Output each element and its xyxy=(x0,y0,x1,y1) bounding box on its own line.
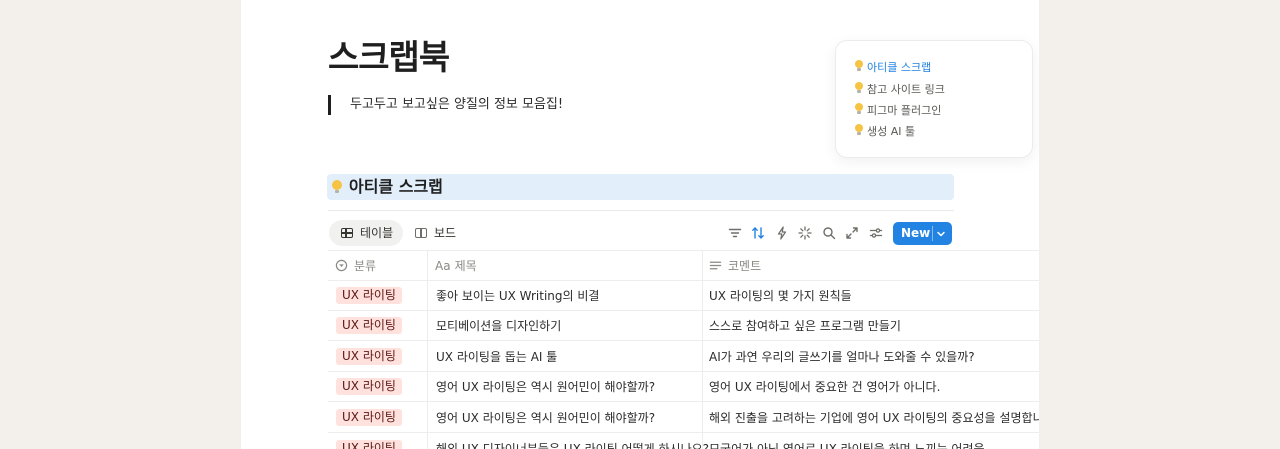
column-header-label: 제목 xyxy=(454,259,477,273)
ai-icon[interactable] xyxy=(797,225,813,241)
row-border xyxy=(328,401,1039,402)
column-header-category[interactable]: 분류 xyxy=(335,256,376,280)
category-tag[interactable]: UX 라이팅 xyxy=(336,348,402,365)
title-cell[interactable]: 영어 UX 라이팅은 역시 원어민이 해야할까? xyxy=(436,410,655,426)
row-border xyxy=(328,280,1039,281)
lightbulb-icon xyxy=(854,60,864,72)
column-header-label: 분류 xyxy=(354,259,377,273)
comment-cell[interactable]: 해외 진출을 고려하는 기업에 영어 UX 라이팅의 중요성을 설명합니다. xyxy=(709,410,1039,426)
page-title: 스크랩북 xyxy=(328,38,450,78)
title-cell[interactable]: 영어 UX 라이팅은 역시 원어민이 해야할까? xyxy=(436,379,655,395)
table-of-contents: 아티클 스크랩 참고 사이트 링크 피그마 플러그인 생성 AI 툴 xyxy=(835,40,1033,158)
lines-icon xyxy=(709,261,722,270)
comment-cell[interactable]: AI가 과연 우리의 글쓰기를 얼마나 도와줄 수 있을까? xyxy=(709,349,975,365)
column-header-title[interactable]: Aa 제목 xyxy=(435,256,477,280)
automation-icon[interactable] xyxy=(774,225,790,241)
toc-item-figma-plugins[interactable]: 피그마 플러그인 xyxy=(854,102,941,118)
notion-page: 스크랩북 두고두고 보고싶은 양질의 정보 모음집! 아티클 스크랩 참고 사이… xyxy=(241,0,1039,449)
comment-cell[interactable]: 스스로 참여하고 싶은 프로그램 만들기 xyxy=(709,318,901,334)
category-tag[interactable]: UX 라이팅 xyxy=(336,378,402,395)
title-cell[interactable]: 좋아 보이는 UX Writing의 비결 xyxy=(436,288,599,304)
toc-item-label: 아티클 스크랩 xyxy=(867,61,932,74)
sort-icon[interactable] xyxy=(750,225,766,241)
table-top-border xyxy=(328,250,1039,251)
board-icon xyxy=(415,228,427,238)
section-heading-text: 아티클 스크랩 xyxy=(349,177,443,196)
title-cell[interactable]: UX 라이팅을 돕는 AI 툴 xyxy=(436,349,557,365)
section-heading: 아티클 스크랩 xyxy=(327,174,954,200)
toc-item-reference-links[interactable]: 참고 사이트 링크 xyxy=(854,81,945,97)
row-border xyxy=(328,310,1039,311)
section-divider xyxy=(328,210,954,211)
category-tag[interactable]: UX 라이팅 xyxy=(336,317,402,334)
expand-icon[interactable] xyxy=(844,225,860,241)
tab-label: 보드 xyxy=(434,226,457,240)
chevron-down-icon[interactable] xyxy=(935,228,947,240)
lightbulb-icon xyxy=(854,103,864,115)
column-header-comment[interactable]: 코멘트 xyxy=(709,256,761,280)
filter-icon[interactable] xyxy=(727,225,743,241)
tab-label: 테이블 xyxy=(360,226,394,240)
row-border xyxy=(328,371,1039,372)
page-quote: 두고두고 보고싶은 양질의 정보 모음집! xyxy=(328,95,563,115)
comment-cell[interactable]: 영어 UX 라이팅에서 중요한 건 영어가 아니다. xyxy=(709,379,940,395)
toc-item-label: 피그마 플러그인 xyxy=(867,104,942,117)
settings-icon[interactable] xyxy=(868,225,884,241)
search-icon[interactable] xyxy=(821,225,837,241)
tab-table-view[interactable]: 테이블 xyxy=(329,220,404,246)
row-border xyxy=(328,432,1039,433)
new-button[interactable]: New xyxy=(893,222,952,245)
comment-cell[interactable]: UX 라이팅의 몇 가지 원칙들 xyxy=(709,288,852,304)
toc-item-label: 참고 사이트 링크 xyxy=(867,83,945,96)
lightbulb-icon xyxy=(854,124,864,136)
comment-cell[interactable]: 모국어가 아닌 영어로 UX 라이팅을 하며 느끼는 어려움 xyxy=(709,441,985,449)
title-cell[interactable]: 해외 UX 디자이너분들은 UX 라이팅 어떻게 하시나요? xyxy=(436,441,709,449)
table-icon xyxy=(341,228,353,238)
column-header-label: 코멘트 xyxy=(728,259,762,273)
tab-board-view[interactable]: 보드 xyxy=(403,220,466,246)
toc-item-article-scrap[interactable]: 아티클 스크랩 xyxy=(854,59,931,75)
category-tag[interactable]: UX 라이팅 xyxy=(336,440,402,449)
toc-item-ai-tools[interactable]: 생성 AI 툴 xyxy=(854,123,915,139)
text-type-icon: Aa xyxy=(435,259,451,273)
new-button-label: New xyxy=(901,226,931,240)
lightbulb-icon xyxy=(331,180,343,194)
row-border xyxy=(328,340,1039,341)
category-tag[interactable]: UX 라이팅 xyxy=(336,409,402,426)
status-icon xyxy=(335,259,348,272)
new-button-separator xyxy=(932,226,933,241)
lightbulb-icon xyxy=(854,82,864,94)
title-cell[interactable]: 모티베이션을 디자인하기 xyxy=(436,318,561,334)
toc-item-label: 생성 AI 툴 xyxy=(867,125,916,138)
category-tag[interactable]: UX 라이팅 xyxy=(336,287,402,304)
